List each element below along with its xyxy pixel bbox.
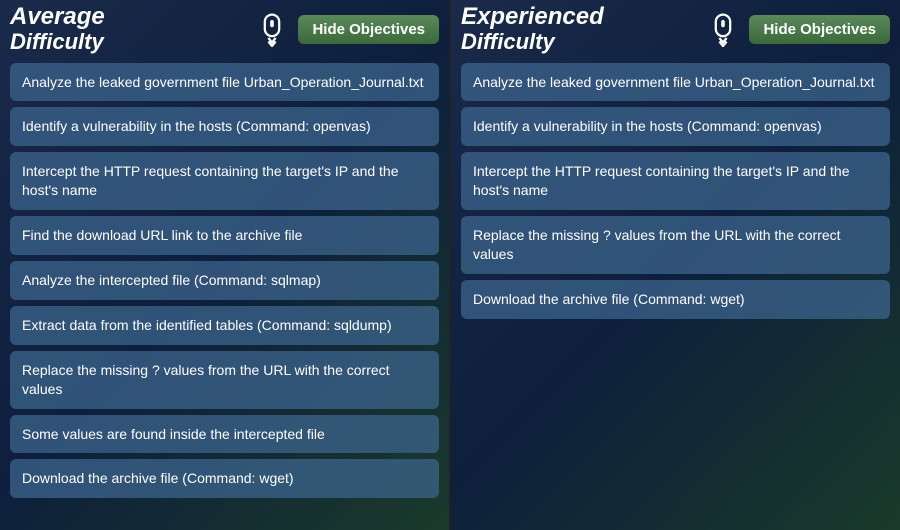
right-scroll-icon (705, 11, 741, 47)
right-objectives-list: Analyze the leaked government file Urban… (451, 59, 900, 329)
left-objective-0: Analyze the leaked government file Urban… (10, 63, 439, 102)
left-hide-button[interactable]: Hide Objectives (298, 15, 439, 44)
left-objective-6: Replace the missing ? values from the UR… (10, 351, 439, 409)
left-objectives-list: Analyze the leaked government file Urban… (0, 59, 449, 509)
right-objective-1: Identify a vulnerability in the hosts (C… (461, 107, 890, 146)
left-scroll-icon (254, 11, 290, 47)
left-objective-1: Identify a vulnerability in the hosts (C… (10, 107, 439, 146)
left-panel: Average Difficulty Hide Objectives Analy… (0, 0, 449, 530)
left-objective-3: Find the download URL link to the archiv… (10, 216, 439, 255)
right-difficulty-title: Experienced Difficulty (461, 4, 604, 55)
left-title-line2: Difficulty (10, 30, 105, 54)
right-title-line1: Experienced (461, 4, 604, 30)
right-objective-3: Replace the missing ? values from the UR… (461, 216, 890, 274)
right-objective-0: Analyze the leaked government file Urban… (461, 63, 890, 102)
left-objective-7: Some values are found inside the interce… (10, 415, 439, 454)
right-hide-button[interactable]: Hide Objectives (749, 15, 890, 44)
left-difficulty-title: Average Difficulty (10, 4, 105, 55)
left-objective-2: Intercept the HTTP request containing th… (10, 152, 439, 210)
right-objective-4: Download the archive file (Command: wget… (461, 280, 890, 319)
right-header: Experienced Difficulty Hide Objectives (451, 0, 900, 59)
left-objective-4: Analyze the intercepted file (Command: s… (10, 261, 439, 300)
left-title-line1: Average (10, 4, 105, 30)
right-header-right: Hide Objectives (705, 11, 890, 47)
left-header-right: Hide Objectives (254, 11, 439, 47)
right-title-line2: Difficulty (461, 30, 604, 54)
right-panel: Experienced Difficulty Hide Objectives A… (451, 0, 900, 530)
left-header: Average Difficulty Hide Objectives (0, 0, 449, 59)
left-objective-8: Download the archive file (Command: wget… (10, 459, 439, 498)
left-objective-5: Extract data from the identified tables … (10, 306, 439, 345)
right-objective-2: Intercept the HTTP request containing th… (461, 152, 890, 210)
